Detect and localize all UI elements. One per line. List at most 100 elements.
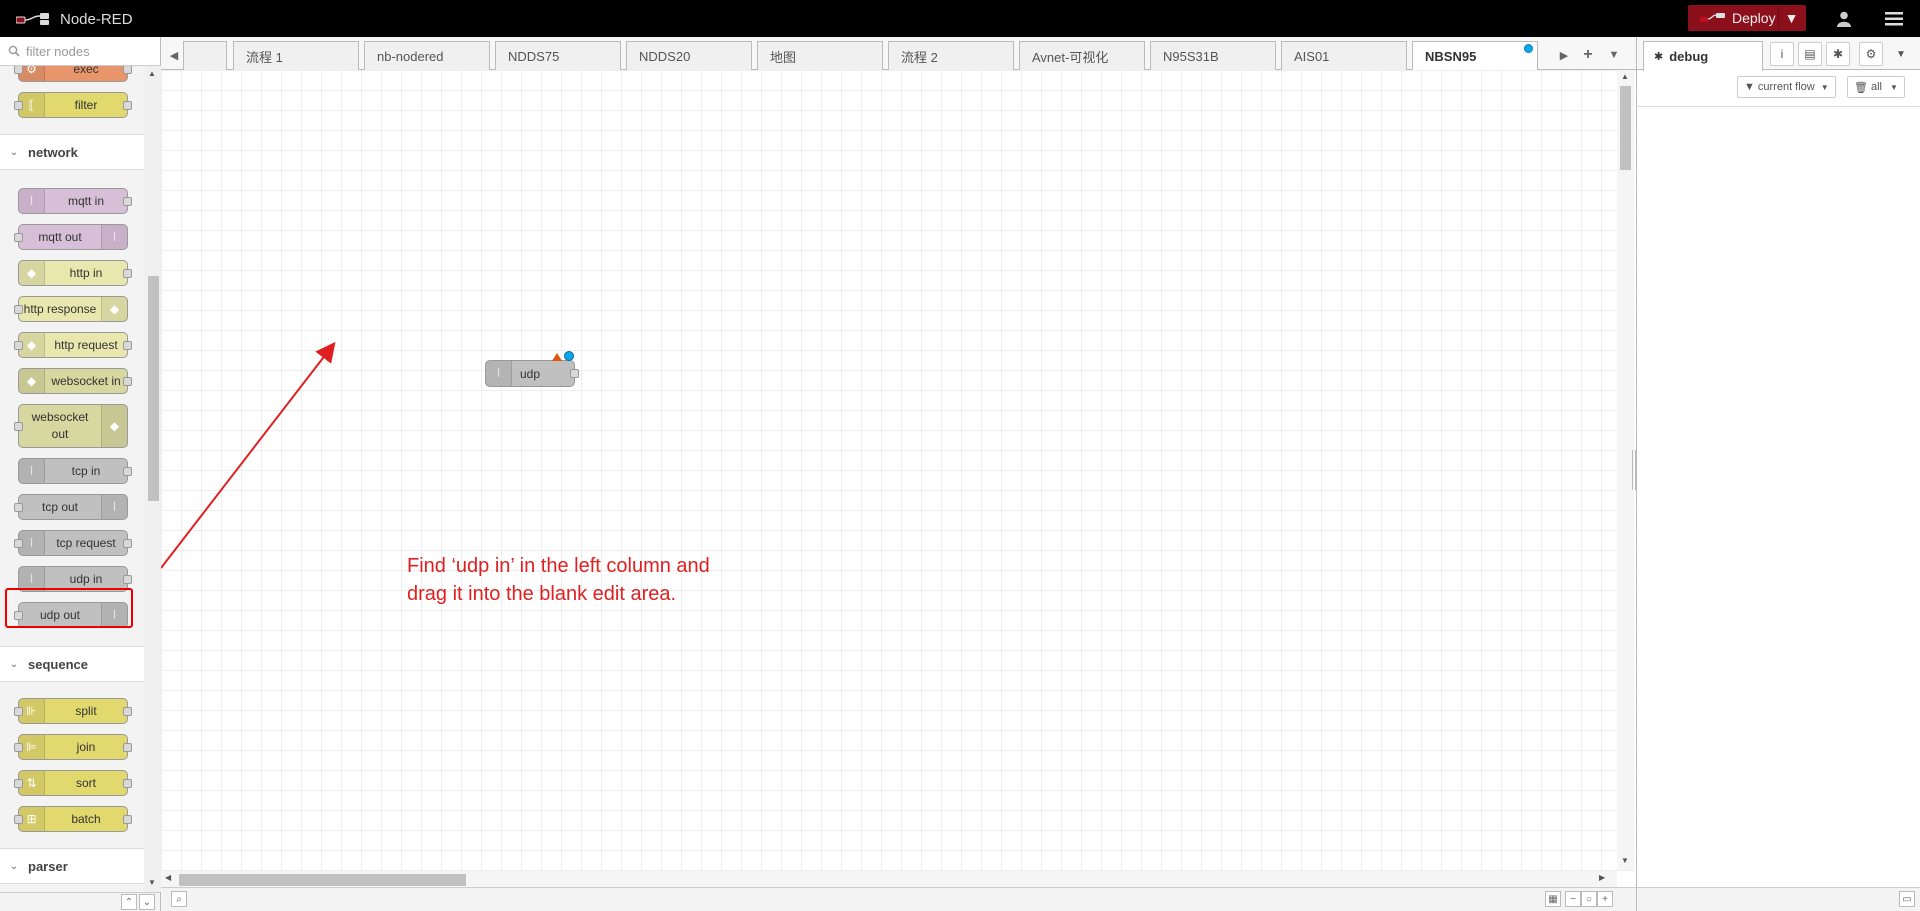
- warning-triangle-icon: [552, 353, 562, 361]
- filter-icon: ▼: [1744, 81, 1755, 93]
- palette-node-http-request[interactable]: ◆ http request: [14, 332, 132, 358]
- flow-list-menu-icon[interactable]: ▼: [1603, 41, 1625, 69]
- scroll-up-arrow-icon[interactable]: ▲: [1621, 72, 1629, 81]
- changed-dot-icon: [564, 351, 574, 361]
- scroll-down-arrow-icon[interactable]: ▼: [1621, 856, 1629, 865]
- debug-filter-dropdown[interactable]: ▼ current flow ▼: [1737, 76, 1836, 98]
- workspace-canvas[interactable]: ▲ ▼ ⦚ udp Find ‘udp in’ in the left colu…: [161, 70, 1636, 871]
- workspace-hscroll-thumb[interactable]: [179, 874, 466, 886]
- scroll-tabs-left-icon[interactable]: ◀: [163, 41, 185, 69]
- palette-node-mqtt-in[interactable]: ⦚ mqtt in: [18, 188, 132, 214]
- tab-nb-nodered[interactable]: nb-nodered: [364, 41, 490, 70]
- tab-avnet[interactable]: Avnet-可视化: [1019, 41, 1145, 70]
- palette-node-tcp-in[interactable]: ⦚ tcp in: [18, 458, 132, 484]
- user-icon[interactable]: [1824, 0, 1864, 37]
- scroll-left-arrow-icon[interactable]: ◀: [165, 873, 171, 882]
- palette-node-list[interactable]: ⚙ exec ⟦ filter ⌄ network ⦚ mqtt in ⦚ mq…: [0, 66, 144, 892]
- palette-node-http-response[interactable]: ◆ http response: [14, 296, 128, 322]
- chevron-down-icon: ⌄: [9, 146, 19, 158]
- palette-footer: ⌃ ⌄: [0, 892, 160, 911]
- zoom-reset-icon[interactable]: ○: [1581, 891, 1597, 907]
- sidebar: ✱ debug i ▤ ✱ ⚙ ▼ ▼ current flow ▼ 🗑 all…: [1636, 37, 1920, 911]
- palette-node-websocket-out[interactable]: ◆ websocket out: [14, 404, 128, 448]
- tab-unnamed[interactable]: [183, 41, 227, 70]
- scroll-down-arrow-icon[interactable]: ▼: [148, 878, 156, 887]
- workspace-vscroll-thumb[interactable]: [1620, 86, 1631, 170]
- search-icon[interactable]: ⌕: [171, 891, 187, 907]
- hamburger-menu-icon[interactable]: [1874, 0, 1914, 37]
- navigator-map-icon[interactable]: ▦: [1545, 891, 1561, 907]
- tab-ais01[interactable]: AIS01: [1281, 41, 1407, 70]
- instruction-annotation: Find ‘udp in’ in the left column and dra…: [407, 555, 710, 605]
- palette-node-filter[interactable]: ⟦ filter: [14, 92, 132, 118]
- annotation-arrow: [161, 341, 336, 569]
- input-port: [14, 101, 23, 110]
- workspace-horizontal-scrollbar[interactable]: ◀ ▶: [161, 871, 1617, 887]
- category-parser[interactable]: ⌄ parser: [0, 848, 144, 884]
- zoom-in-icon[interactable]: +: [1597, 891, 1613, 907]
- palette-node-join[interactable]: ⊫ join: [14, 734, 132, 760]
- globe-icon: ◆: [19, 261, 45, 285]
- collapse-all-icon[interactable]: ⌃: [121, 894, 137, 910]
- scroll-up-arrow-icon[interactable]: ▲: [148, 69, 156, 78]
- canvas-node-label: udp: [520, 366, 541, 381]
- wifi-icon: ⦚: [19, 459, 45, 483]
- scroll-right-arrow-icon[interactable]: ▶: [1599, 873, 1605, 882]
- input-port: [14, 66, 23, 74]
- input-port: [14, 743, 23, 752]
- tab-ndds75[interactable]: NDDS75: [495, 41, 621, 70]
- output-port: [123, 269, 132, 278]
- debug-clear-dropdown[interactable]: 🗑 all ▼: [1847, 76, 1905, 98]
- input-port: [14, 539, 23, 548]
- expand-all-icon[interactable]: ⌄: [139, 894, 155, 910]
- palette-node-tcp-out[interactable]: ⦚ tcp out: [14, 494, 128, 520]
- output-port: [123, 197, 132, 206]
- palette-node-batch[interactable]: ⊞ batch: [14, 806, 132, 832]
- palette-scrollbar-thumb[interactable]: [148, 276, 159, 501]
- workspace-footer: ⌕ ▦ − ○ +: [161, 887, 1636, 911]
- deploy-label: Deploy: [1732, 10, 1776, 26]
- palette-node-http-in[interactable]: ◆ http in: [18, 260, 132, 286]
- wifi-icon: ⦚: [101, 495, 127, 519]
- output-port: [123, 575, 132, 584]
- globe-icon: ◆: [101, 297, 127, 321]
- sidebar-footer: ▭: [1637, 887, 1920, 911]
- tab-debug[interactable]: ✱ debug: [1643, 41, 1763, 71]
- zoom-out-icon[interactable]: −: [1565, 891, 1581, 907]
- gear-icon[interactable]: ⚙: [1859, 42, 1883, 66]
- changed-dot-icon: [1524, 44, 1533, 53]
- tab-ndds20[interactable]: NDDS20: [626, 41, 752, 70]
- tab-map[interactable]: 地图: [757, 41, 883, 70]
- node-palette: filter nodes ⚙ exec ⟦ filter ⌄ network ⦚…: [0, 37, 161, 911]
- category-sequence[interactable]: ⌄ sequence: [0, 646, 144, 682]
- output-port[interactable]: [570, 369, 579, 378]
- book-icon[interactable]: ▤: [1798, 42, 1822, 66]
- palette-node-sort[interactable]: ⇅ sort: [14, 770, 132, 796]
- node-status-icons: [552, 351, 574, 361]
- sidebar-menu-chevron-icon[interactable]: ▼: [1889, 42, 1913, 66]
- palette-node-split[interactable]: ⊪ split: [14, 698, 132, 724]
- scroll-tabs-right-icon[interactable]: ▶: [1553, 41, 1575, 69]
- bug-icon[interactable]: ✱: [1826, 42, 1850, 66]
- palette-node-tcp-request[interactable]: ⦚ tcp request: [14, 530, 132, 556]
- tab-nbsn95[interactable]: NBSN95: [1412, 41, 1538, 71]
- palette-node-websocket-in[interactable]: ◆ websocket in: [18, 368, 132, 394]
- deploy-menu-caret-icon[interactable]: ▼: [1778, 5, 1804, 31]
- output-port: [123, 779, 132, 788]
- deploy-button[interactable]: Deploy ▼: [1688, 5, 1806, 31]
- palette-node-exec[interactable]: ⚙ exec: [14, 66, 132, 82]
- popout-icon[interactable]: ▭: [1899, 891, 1915, 907]
- palette-search[interactable]: filter nodes: [0, 37, 160, 66]
- info-icon[interactable]: i: [1770, 42, 1794, 66]
- tab-n95s31b[interactable]: N95S31B: [1150, 41, 1276, 70]
- tab-flow-2[interactable]: 流程 2: [888, 41, 1014, 70]
- palette-node-mqtt-out[interactable]: ⦚ mqtt out: [14, 224, 128, 250]
- canvas-node-udp[interactable]: ⦚ udp: [485, 351, 579, 387]
- palette-scrollbar[interactable]: ▲ ▼: [144, 66, 161, 892]
- trash-icon: 🗑: [1854, 81, 1868, 94]
- tab-flow-1[interactable]: 流程 1: [233, 41, 359, 70]
- add-flow-icon[interactable]: +: [1577, 41, 1599, 69]
- search-input[interactable]: filter nodes: [26, 44, 90, 59]
- category-network[interactable]: ⌄ network: [0, 134, 144, 170]
- search-icon: [8, 45, 20, 57]
